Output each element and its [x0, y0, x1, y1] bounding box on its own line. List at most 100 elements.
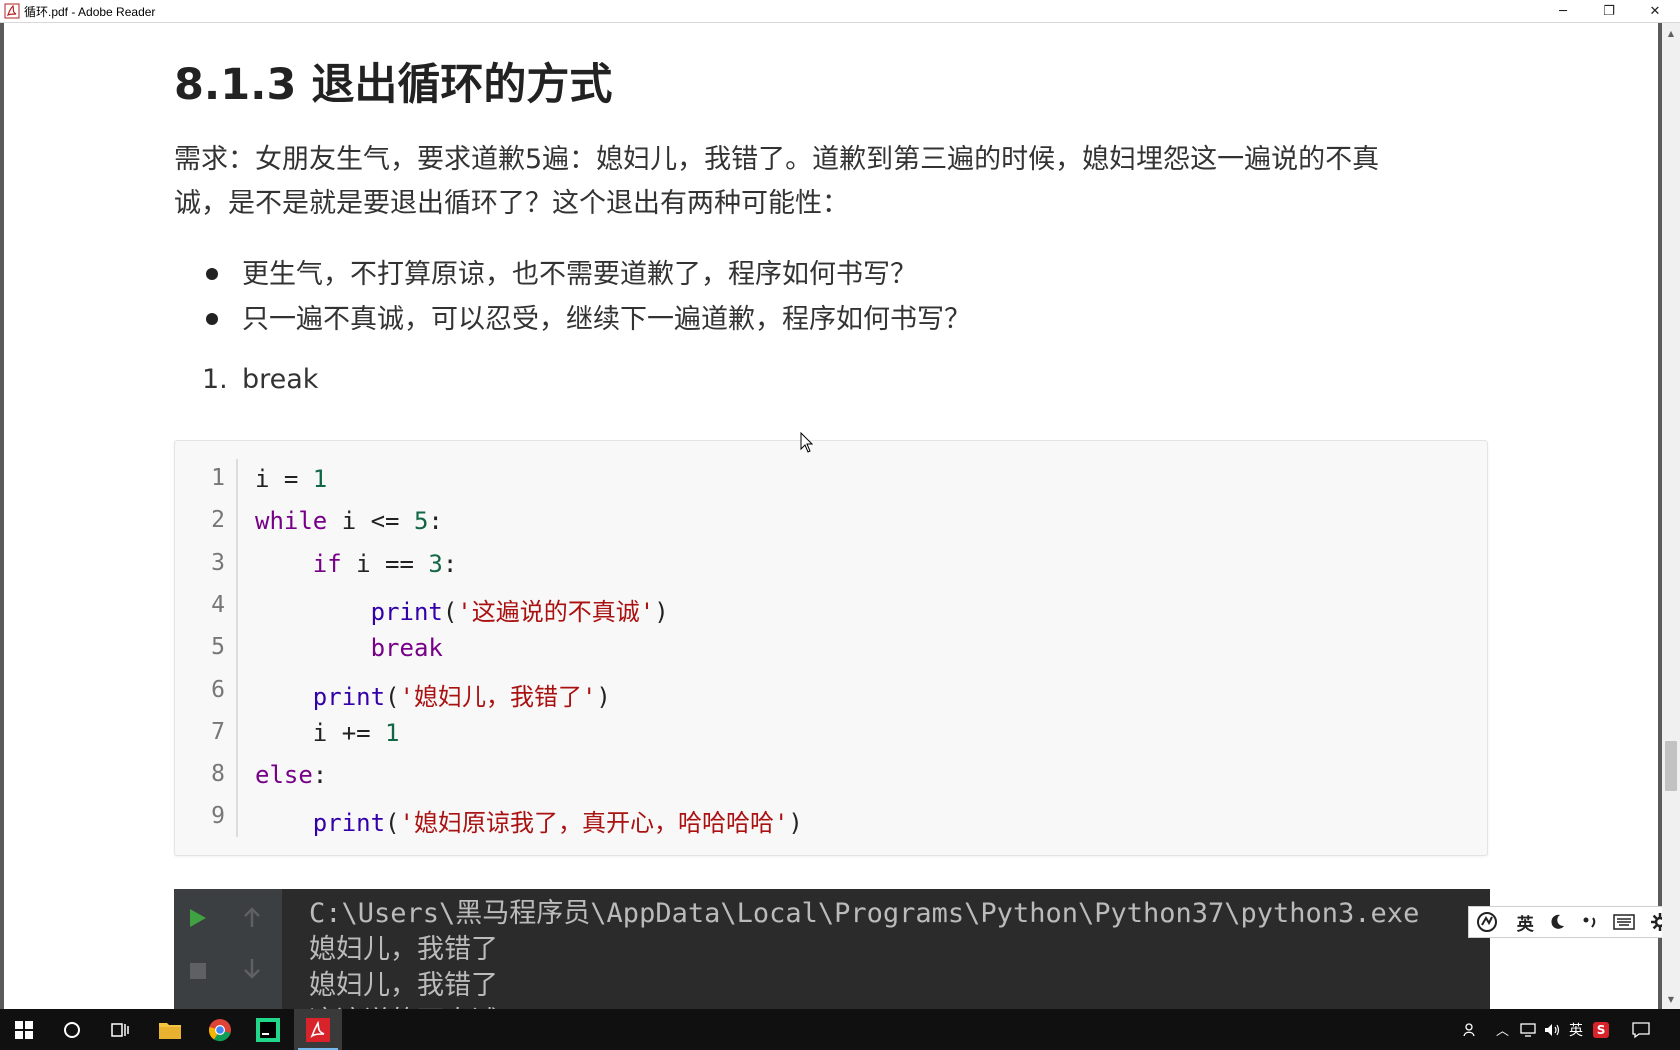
chevron-up-icon[interactable]: ︿: [1496, 1020, 1509, 1039]
code-line: i = 1: [255, 465, 327, 493]
bullet-text: 只一遍不真诚，可以忍受，继续下一遍道歉，程序如何书写？: [242, 304, 971, 335]
console-line: 媳妇儿，我错了: [309, 970, 498, 1001]
code-block: 123456789 i = 1 while i <= 5: if i == 3: …: [174, 440, 1488, 856]
code-token: :: [428, 507, 443, 536]
taskbar-chrome[interactable]: [196, 1009, 244, 1050]
code-token: while: [255, 507, 328, 536]
line-number: 6: [211, 676, 225, 703]
code-token: if: [312, 549, 342, 578]
chrome-icon: [208, 1018, 231, 1041]
code-token: (: [385, 682, 400, 711]
code-token: 1: [312, 465, 328, 493]
numbered-item: 1. break: [202, 364, 318, 395]
code-token: i +=: [255, 718, 386, 747]
network-icon[interactable]: [1519, 1022, 1537, 1038]
windows-logo-icon: [15, 1020, 33, 1039]
taskbar-adobe-reader[interactable]: [294, 1009, 342, 1050]
language-indicator[interactable]: 英: [1569, 1020, 1583, 1040]
line-number: 9: [211, 803, 225, 830]
notification-icon[interactable]: [1631, 1021, 1651, 1039]
paragraph-line: 需求：女朋友生气，要求道歉5遍：媳妇儿，我错了。道歉到第三遍的时候，媳妇埋怨这一…: [174, 144, 1380, 175]
ime-toolbar[interactable]: 英: [1468, 906, 1678, 938]
gutter-divider: [236, 459, 238, 837]
vertical-scrollbar[interactable]: ▲ ▼: [1662, 23, 1680, 1009]
bullet-dot-icon: [206, 313, 218, 325]
minimize-button[interactable]: ─: [1540, 0, 1586, 22]
arrow-down-icon[interactable]: [242, 957, 262, 979]
keyboard-icon[interactable]: [1613, 914, 1635, 930]
line-number-gutter: 1 2 3 4 5 6 7 8 9: [175, 441, 237, 855]
code-line: i += 1: [255, 719, 400, 747]
code-token: ): [788, 809, 803, 838]
punctuation-icon[interactable]: [1581, 913, 1599, 931]
close-button[interactable]: ✕: [1632, 0, 1678, 22]
bullet-dot-icon: [206, 268, 218, 280]
task-view-button[interactable]: [96, 1009, 144, 1050]
code-token: print: [312, 809, 386, 838]
ime-mode-toggle[interactable]: 英: [1517, 910, 1534, 935]
taskbar: ︿ 英 S: [0, 1009, 1680, 1050]
code-token: (: [385, 809, 400, 838]
taskbar-pycharm[interactable]: [244, 1009, 292, 1050]
code-token: 1: [385, 718, 400, 747]
search-button[interactable]: [48, 1009, 96, 1050]
scroll-down-icon[interactable]: ▼: [1662, 991, 1680, 1007]
adobe-reader-icon: [4, 3, 20, 19]
people-icon[interactable]: [1462, 1021, 1480, 1039]
system-tray: ︿ 英 S: [1462, 1009, 1651, 1050]
moon-icon[interactable]: [1548, 913, 1566, 931]
bullet-text: 更生气，不打算原谅，也不需要道歉了，程序如何书写？: [242, 259, 917, 290]
folder-icon: [159, 1022, 181, 1039]
task-view-icon: [111, 1022, 129, 1037]
line-number: 8: [211, 761, 225, 788]
line-number: 5: [211, 634, 225, 661]
code-token: '媳妇原谅我了，真开心，哈哈哈哈': [399, 809, 789, 838]
line-number: 3: [211, 549, 225, 576]
section-heading: 8.1.3 退出循环的方式: [174, 60, 613, 110]
code-line: print('这遍说的不真诚'): [255, 592, 669, 627]
ime-logo-icon[interactable]: [1476, 911, 1502, 933]
start-button[interactable]: [0, 1009, 48, 1050]
line-number: 4: [211, 591, 225, 618]
code-token: else: [255, 761, 313, 790]
scroll-up-icon[interactable]: ▲: [1662, 25, 1680, 41]
code-line: while i <= 5:: [255, 507, 443, 535]
line-number: 7: [211, 718, 225, 745]
code-line: else:: [255, 761, 327, 789]
console-line: 媳妇儿，我错了: [309, 934, 498, 965]
volume-icon[interactable]: [1543, 1022, 1561, 1038]
run-console: C:\Users\黑马程序员\AppData\Local\Programs\Py…: [174, 889, 1490, 1009]
code-token: '媳妇儿，我错了': [399, 682, 597, 711]
search-circle-icon: [64, 1021, 80, 1038]
code-token: print: [370, 597, 443, 626]
console-toolbar: [174, 889, 282, 1009]
restore-button[interactable]: ❐: [1586, 0, 1632, 22]
code-token: i <=: [327, 507, 414, 536]
paragraph-line: 诚，是不是就是要退出循环了？这个退出有两种可能性：: [174, 188, 849, 219]
scroll-thumb[interactable]: [1665, 741, 1677, 791]
mouse-cursor-icon: [800, 432, 814, 453]
item-number: 1.: [202, 364, 228, 395]
code-line: if i == 3:: [255, 549, 458, 578]
code-token: :: [442, 549, 458, 578]
code-token: '这遍说的不真诚': [457, 597, 655, 626]
code-line: print('媳妇儿，我错了'): [255, 677, 611, 712]
line-number: 1: [211, 465, 225, 491]
taskbar-file-explorer[interactable]: [146, 1009, 194, 1050]
code-line: break: [255, 634, 443, 662]
code-line: print('媳妇原谅我了，真开心，哈哈哈哈'): [255, 803, 803, 838]
run-icon[interactable]: [188, 907, 208, 929]
pdf-icon: [306, 1017, 330, 1042]
window-title: 循环.pdf - Adobe Reader: [24, 5, 156, 19]
sogou-input-icon[interactable]: S: [1593, 1021, 1610, 1038]
arrow-up-icon[interactable]: [242, 907, 262, 929]
code-token: ): [654, 597, 669, 626]
code-token: break: [370, 634, 443, 663]
stop-icon[interactable]: [188, 961, 208, 981]
code-token: i =: [255, 465, 313, 493]
requirement-paragraph: 需求：女朋友生气，要求道歉5遍：媳妇儿，我错了。道歉到第三遍的时候，媳妇埋怨这一…: [174, 138, 1474, 226]
title-bar: 循环.pdf - Adobe Reader ─ ❐ ✕: [0, 0, 1680, 23]
